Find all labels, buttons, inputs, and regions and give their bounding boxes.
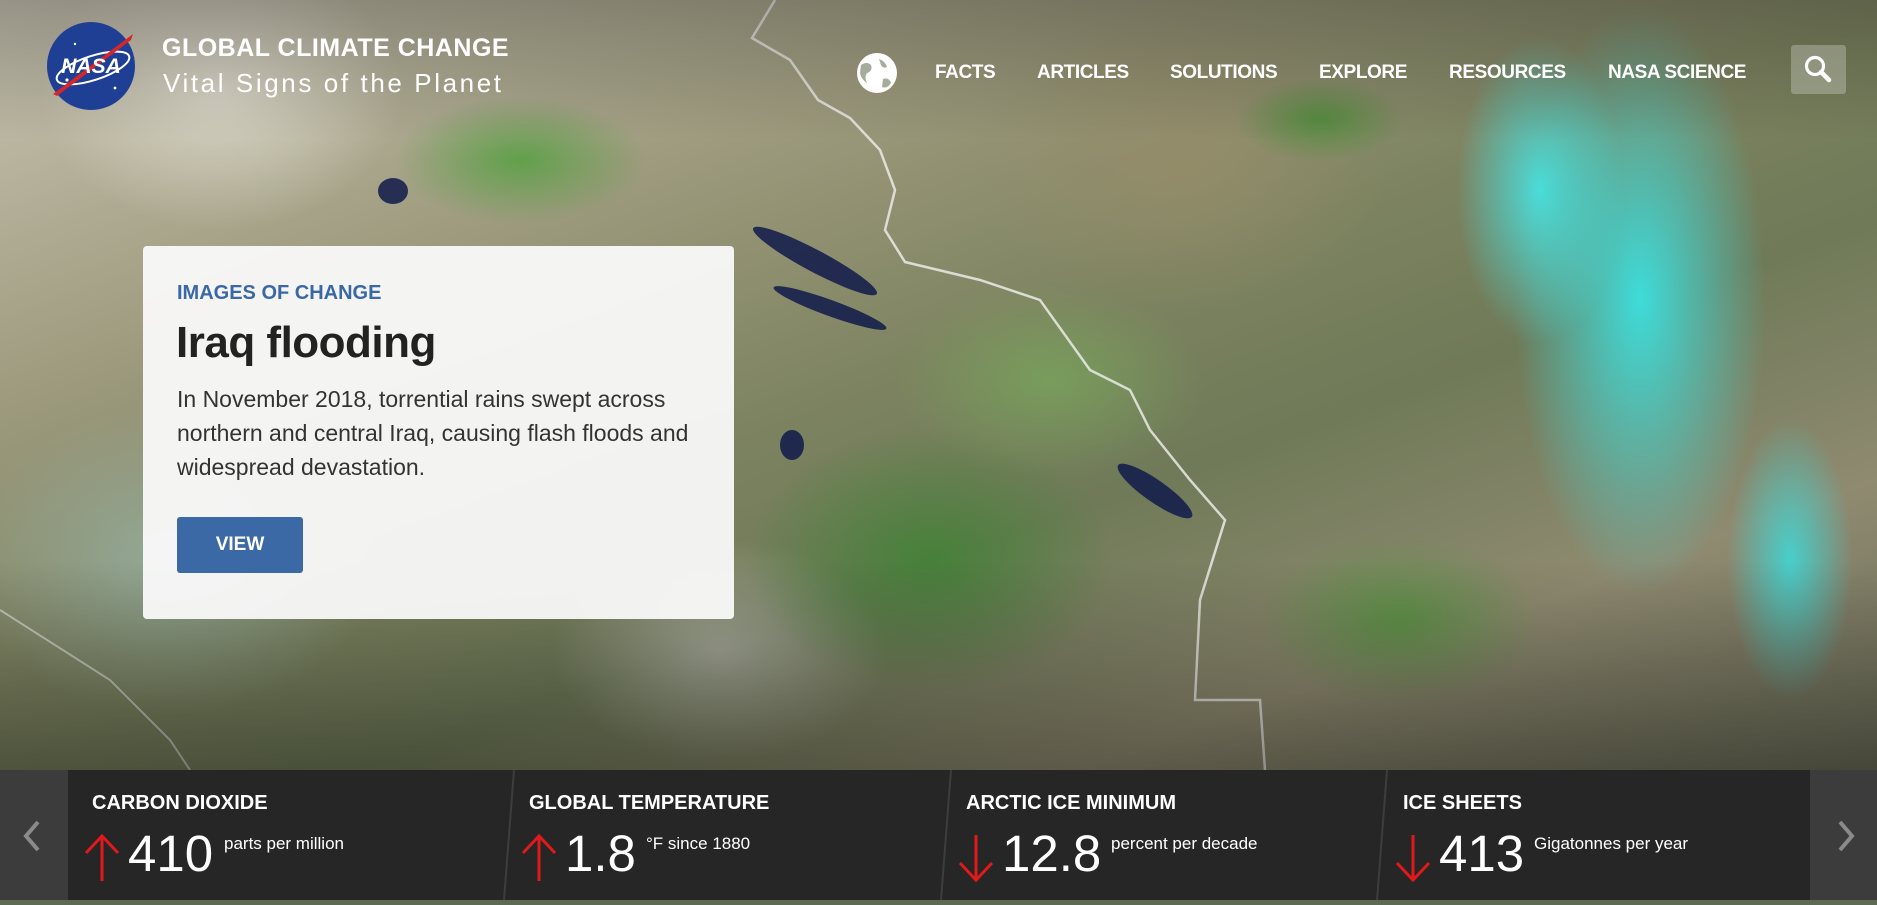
arrow-down-icon: [958, 835, 994, 883]
vital-ice-sheets[interactable]: ICE SHEETS 413 Gigatonnes per year: [1379, 770, 1810, 900]
vital-unit: parts per million: [224, 834, 344, 853]
search-icon: [1804, 55, 1832, 83]
chevron-left-icon: [23, 820, 40, 852]
nav-item-explore[interactable]: EXPLORE: [1319, 62, 1407, 84]
search-button[interactable]: [1791, 45, 1846, 94]
vital-carbon-dioxide[interactable]: CARBON DIOXIDE 410 parts per million: [68, 770, 500, 900]
vital-value: 413: [1439, 825, 1525, 882]
globe-icon[interactable]: [855, 51, 899, 95]
svg-text:NASA: NASA: [61, 55, 121, 78]
vital-value: 1.8: [565, 825, 636, 882]
vital-label: ARCTIC ICE MINIMUM: [966, 792, 1176, 814]
view-button[interactable]: VIEW: [177, 517, 303, 573]
feature-eyebrow[interactable]: IMAGES OF CHANGE: [177, 282, 381, 305]
vital-label: GLOBAL TEMPERATURE: [529, 792, 770, 814]
vital-global-temperature[interactable]: GLOBAL TEMPERATURE 1.8 °F since 1880: [505, 770, 937, 900]
vital-unit: percent per decade: [1111, 834, 1258, 853]
arrow-up-icon: [84, 833, 120, 881]
vital-value: 12.8: [1002, 825, 1102, 882]
vitals-prev-button[interactable]: [0, 770, 68, 900]
site-subtitle: Vital Signs of the Planet: [163, 68, 504, 98]
vital-arctic-ice-minimum[interactable]: ARCTIC ICE MINIMUM 12.8 percent per deca…: [942, 770, 1374, 900]
nav-item-facts[interactable]: FACTS: [935, 62, 996, 84]
nasa-logo[interactable]: NASA: [45, 20, 137, 112]
site-title[interactable]: GLOBAL CLIMATE CHANGE: [162, 34, 509, 63]
nav-item-resources[interactable]: RESOURCES: [1449, 62, 1566, 84]
vitals-next-button[interactable]: [1810, 770, 1877, 900]
vital-unit: °F since 1880: [646, 834, 751, 853]
nav-item-solutions[interactable]: SOLUTIONS: [1170, 62, 1278, 84]
vital-label: CARBON DIOXIDE: [92, 792, 268, 814]
feature-title[interactable]: Iraq flooding: [176, 318, 436, 368]
vital-unit: Gigatonnes per year: [1534, 834, 1689, 853]
arrow-down-icon: [1395, 835, 1431, 883]
nav-item-articles[interactable]: ARTICLES: [1037, 62, 1129, 84]
feature-description: In November 2018, torrential rains swept…: [177, 386, 689, 480]
vital-value: 410: [128, 825, 214, 882]
vital-signs-bar: CARBON DIOXIDE 410 parts per million GLO…: [0, 770, 1877, 900]
nav-item-nasa-science[interactable]: NASA SCIENCE: [1608, 62, 1746, 84]
feature-card: IMAGES OF CHANGE Iraq flooding In Novemb…: [143, 246, 734, 619]
chevron-right-icon: [1838, 820, 1855, 852]
arrow-up-icon: [521, 833, 557, 881]
vital-label: ICE SHEETS: [1403, 792, 1522, 814]
